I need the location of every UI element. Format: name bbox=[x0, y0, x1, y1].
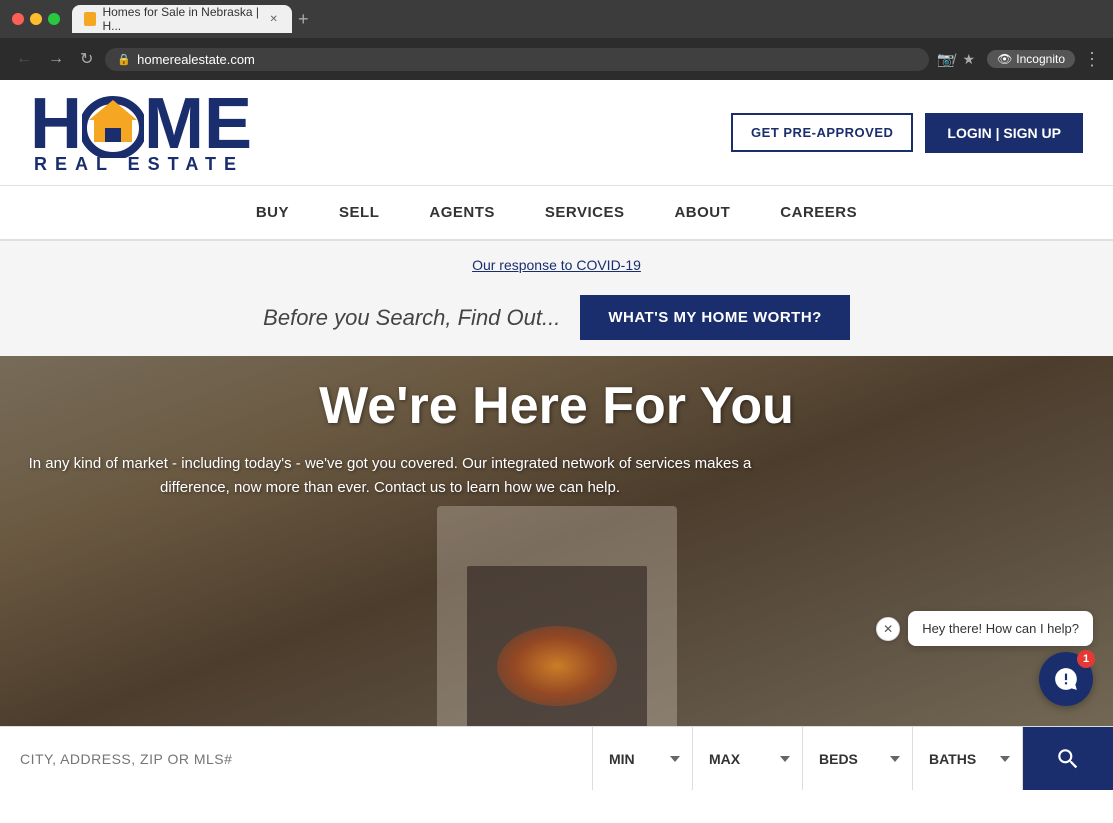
chat-bubble-container: ✕ Hey there! How can I help? bbox=[876, 611, 1093, 646]
chat-icon bbox=[1053, 666, 1079, 692]
logo-h: H bbox=[30, 92, 82, 157]
address-box[interactable]: 🔒 homerealestate.com bbox=[105, 48, 929, 71]
browser-addressbar: ← → ↻ 🔒 homerealestate.com 📷̸ ★ 👁 Incogn… bbox=[0, 38, 1113, 80]
minimize-window-button[interactable] bbox=[30, 13, 42, 25]
nav-buy[interactable]: BUY bbox=[256, 204, 289, 221]
hero-content: We're Here For You In any kind of market… bbox=[0, 356, 1113, 520]
website: H ME REAL ESTATE bbox=[0, 80, 1113, 790]
pre-approved-button[interactable]: GET PRE-APPROVED bbox=[731, 113, 913, 152]
max-price-select[interactable]: MAX bbox=[693, 727, 803, 790]
url-text: homerealestate.com bbox=[137, 52, 255, 67]
incognito-icon: 👁 bbox=[997, 52, 1012, 66]
logo-o-svg bbox=[82, 90, 144, 158]
banner-strip: Our response to COVID-19 Before you Sear… bbox=[0, 241, 1113, 356]
beds-select[interactable]: BEDS bbox=[803, 727, 913, 790]
browser-tab[interactable]: Homes for Sale in Nebraska | H... ✕ bbox=[72, 5, 292, 33]
forward-button[interactable]: → bbox=[44, 48, 68, 70]
browser-chrome: Homes for Sale in Nebraska | H... ✕ + ← … bbox=[0, 0, 1113, 80]
banner-row: Before you Search, Find Out... WHAT'S MY… bbox=[30, 295, 1083, 340]
baths-select[interactable]: BATHS bbox=[913, 727, 1023, 790]
nav-agents[interactable]: AGENTS bbox=[429, 204, 495, 221]
window-controls bbox=[12, 13, 60, 25]
incognito-badge: 👁 Incognito bbox=[987, 50, 1075, 68]
nav-services[interactable]: SERVICES bbox=[545, 204, 625, 221]
header-actions: GET PRE-APPROVED LOGIN | SIGN UP bbox=[731, 113, 1083, 153]
banner-text: Before you Search, Find Out... bbox=[263, 305, 560, 331]
search-icon bbox=[1055, 746, 1081, 772]
login-button[interactable]: LOGIN | SIGN UP bbox=[925, 113, 1083, 153]
chat-widget: ✕ Hey there! How can I help? 1 bbox=[876, 611, 1093, 706]
back-button[interactable]: ← bbox=[12, 48, 36, 70]
nav-about[interactable]: ABOUT bbox=[674, 204, 730, 221]
fire-glow bbox=[497, 626, 617, 706]
chat-open-button[interactable]: 1 bbox=[1039, 652, 1093, 706]
tab-bar: Homes for Sale in Nebraska | H... ✕ + bbox=[72, 5, 1101, 33]
search-button[interactable] bbox=[1023, 727, 1113, 790]
covid-link[interactable]: Our response to COVID-19 bbox=[472, 257, 641, 273]
bookmark-icon[interactable]: ★ bbox=[963, 51, 976, 68]
new-tab-button[interactable]: + bbox=[298, 9, 309, 30]
hero-section: We're Here For You In any kind of market… bbox=[0, 356, 1113, 726]
tab-close-button[interactable]: ✕ bbox=[268, 12, 280, 26]
chat-message-bubble: Hey there! How can I help? bbox=[908, 611, 1093, 646]
camera-off-icon[interactable]: 📷̸ bbox=[937, 51, 954, 68]
browser-extra-actions: 📷̸ ★ bbox=[937, 51, 975, 68]
nav-careers[interactable]: CAREERS bbox=[780, 204, 857, 221]
site-header: H ME REAL ESTATE bbox=[0, 80, 1113, 186]
incognito-label: Incognito bbox=[1016, 52, 1065, 66]
logo-o-house bbox=[82, 90, 144, 158]
tab-title: Homes for Sale in Nebraska | H... bbox=[102, 5, 261, 33]
logo-me: ME bbox=[144, 92, 252, 157]
home-worth-button[interactable]: WHAT'S MY HOME WORTH? bbox=[580, 295, 850, 340]
logo-area[interactable]: H ME REAL ESTATE bbox=[30, 90, 252, 175]
chat-badge: 1 bbox=[1077, 650, 1095, 668]
tab-favicon bbox=[84, 12, 96, 26]
search-input[interactable] bbox=[0, 727, 593, 790]
search-bar: MIN MAX BEDS BATHS bbox=[0, 726, 1113, 790]
nav-sell[interactable]: SELL bbox=[339, 204, 379, 221]
chat-close-button[interactable]: ✕ bbox=[876, 617, 900, 641]
reload-button[interactable]: ↻ bbox=[76, 47, 97, 71]
site-nav: BUY SELL AGENTS SERVICES ABOUT CAREERS bbox=[0, 186, 1113, 241]
browser-titlebar: Homes for Sale in Nebraska | H... ✕ + bbox=[0, 0, 1113, 38]
min-price-select[interactable]: MIN bbox=[593, 727, 693, 790]
logo-wrapper: H ME REAL ESTATE bbox=[30, 90, 252, 175]
browser-menu-button[interactable]: ⋮ bbox=[1083, 49, 1101, 70]
close-window-button[interactable] bbox=[12, 13, 24, 25]
hero-title: We're Here For You bbox=[20, 376, 1093, 436]
logo-home-row: H ME bbox=[30, 90, 252, 158]
maximize-window-button[interactable] bbox=[48, 13, 60, 25]
lock-icon: 🔒 bbox=[117, 53, 131, 66]
covid-link-row: Our response to COVID-19 bbox=[30, 257, 1083, 275]
hero-subtitle: In any kind of market - including today'… bbox=[20, 452, 760, 500]
